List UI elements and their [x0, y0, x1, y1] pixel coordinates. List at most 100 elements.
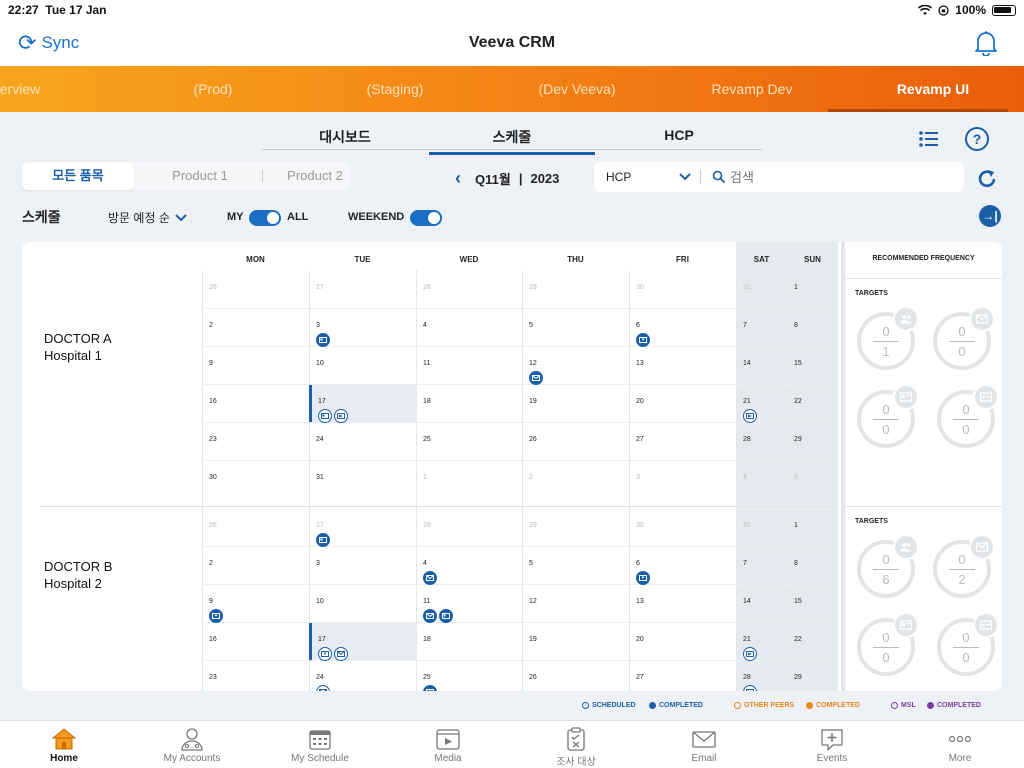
tab-hcp[interactable]: HCP — [596, 127, 762, 143]
day-number[interactable]: 17 — [318, 398, 326, 405]
day-number[interactable]: 22 — [794, 636, 802, 643]
day-number[interactable]: 31 — [743, 284, 751, 291]
day-number[interactable]: 17 — [318, 636, 326, 643]
day-number[interactable]: 26 — [529, 436, 537, 443]
day-number[interactable]: 26 — [209, 284, 217, 291]
day-number[interactable]: 12 — [529, 360, 537, 367]
day-number[interactable]: 16 — [209, 636, 217, 643]
day-number[interactable]: 6 — [636, 560, 640, 567]
day-number[interactable]: 10 — [316, 360, 324, 367]
product-all[interactable]: 모든 품목 — [22, 162, 134, 190]
day-number[interactable]: 19 — [529, 398, 537, 405]
day-number[interactable]: 11 — [423, 598, 430, 605]
day-number[interactable]: 9 — [209, 360, 213, 367]
search-type-dropdown[interactable]: HCP — [606, 170, 631, 184]
day-number[interactable]: 28 — [743, 436, 751, 443]
visit-person-icon[interactable] — [209, 609, 223, 623]
collapse-panel-icon[interactable]: →| — [979, 205, 1001, 227]
nav-home[interactable]: Home — [0, 727, 128, 764]
day-number[interactable]: 28 — [423, 522, 431, 529]
visit-person-icon[interactable] — [423, 685, 437, 691]
day-number[interactable]: 16 — [209, 398, 217, 405]
day-number[interactable]: 3 — [636, 474, 640, 481]
day-number[interactable]: 5 — [794, 474, 798, 481]
day-number[interactable]: 20 — [636, 636, 644, 643]
day-number[interactable]: 25 — [423, 436, 431, 443]
day-number[interactable]: 20 — [636, 398, 644, 405]
visit-card-icon[interactable] — [318, 409, 332, 423]
day-number[interactable]: 27 — [636, 436, 644, 443]
search-input[interactable] — [730, 167, 950, 187]
env-tab-prod[interactable]: (Prod) — [118, 81, 308, 97]
day-number[interactable]: 10 — [316, 598, 324, 605]
visit-flag-icon[interactable] — [334, 409, 348, 423]
day-number[interactable]: 2 — [209, 322, 213, 329]
day-number[interactable]: 4 — [743, 474, 747, 481]
day-number[interactable]: 18 — [423, 398, 431, 405]
day-number[interactable]: 30 — [636, 522, 644, 529]
nav-email[interactable]: Email — [640, 727, 768, 764]
visit-card-icon[interactable] — [316, 333, 330, 347]
day-number[interactable]: 26 — [529, 674, 537, 681]
list-view-icon[interactable] — [918, 130, 940, 148]
env-tab-dev-veeva[interactable]: (Dev Veeva) — [482, 81, 672, 97]
day-number[interactable]: 7 — [743, 560, 747, 567]
day-number[interactable]: 23 — [209, 436, 217, 443]
day-number[interactable]: 1 — [423, 474, 427, 481]
visit-card-icon[interactable] — [316, 533, 330, 547]
visit-flag-icon[interactable] — [743, 409, 757, 423]
visit-flag-icon[interactable] — [743, 647, 757, 661]
refresh-icon[interactable] — [976, 168, 998, 195]
visit-mail-icon[interactable] — [316, 685, 330, 691]
period-month[interactable]: Q11월 — [475, 169, 511, 188]
nav-events[interactable]: Events — [768, 727, 896, 764]
visit-person-icon[interactable] — [636, 333, 650, 347]
doctor-b-info[interactable]: DOCTOR B Hospital 2 — [44, 558, 112, 592]
day-number[interactable]: 8 — [794, 322, 798, 329]
day-number[interactable]: 9 — [209, 598, 213, 605]
tab-schedule[interactable]: 스케줄 — [429, 127, 595, 155]
doctor-a-info[interactable]: DOCTOR A Hospital 1 — [44, 330, 112, 364]
day-number[interactable]: 13 — [636, 598, 644, 605]
day-number[interactable]: 8 — [794, 560, 798, 567]
day-number[interactable]: 2 — [209, 560, 213, 567]
day-number[interactable]: 3 — [316, 322, 320, 329]
visit-mail-icon[interactable] — [423, 609, 437, 623]
visit-mail-icon[interactable] — [334, 647, 348, 661]
day-number[interactable]: 28 — [423, 284, 431, 291]
day-number[interactable]: 21 — [743, 398, 751, 405]
visit-mail-icon[interactable] — [529, 371, 543, 385]
day-number[interactable]: 24 — [316, 436, 324, 443]
day-number[interactable]: 5 — [529, 322, 533, 329]
day-number[interactable]: 12 — [529, 598, 537, 605]
day-number[interactable]: 3 — [316, 560, 320, 567]
previous-period-icon[interactable]: ‹ — [455, 168, 461, 189]
day-number[interactable]: 2 — [529, 474, 533, 481]
env-tab-revamp-ui[interactable]: Revamp UI — [838, 81, 1024, 97]
env-tab-staging[interactable]: (Staging) — [300, 81, 490, 97]
day-number[interactable]: 29 — [529, 284, 537, 291]
day-number[interactable]: 30 — [209, 474, 217, 481]
nav-my-schedule[interactable]: My Schedule — [256, 727, 384, 764]
help-icon[interactable]: ? — [965, 127, 989, 151]
visit-person-icon[interactable] — [636, 571, 650, 585]
product-2[interactable]: Product 2 — [263, 162, 367, 190]
day-number[interactable]: 27 — [316, 522, 324, 529]
day-number[interactable]: 14 — [743, 598, 751, 605]
day-number[interactable]: 15 — [794, 360, 802, 367]
nav-my-accounts[interactable]: My Accounts — [128, 727, 256, 764]
nav-more[interactable]: More — [896, 727, 1024, 764]
day-number[interactable]: 29 — [794, 674, 802, 681]
day-number[interactable]: 29 — [529, 522, 537, 529]
day-number[interactable]: 5 — [529, 560, 533, 567]
day-number[interactable]: 6 — [636, 322, 640, 329]
day-number[interactable]: 30 — [636, 284, 644, 291]
day-number[interactable]: 4 — [423, 560, 427, 567]
day-number[interactable]: 4 — [423, 322, 427, 329]
nav-media[interactable]: Media — [384, 727, 512, 764]
day-number[interactable]: 19 — [529, 636, 537, 643]
day-number[interactable]: 23 — [209, 674, 217, 681]
day-number[interactable]: 1 — [794, 284, 798, 291]
day-number[interactable]: 15 — [794, 598, 802, 605]
env-tab-overview[interactable]: erview — [0, 81, 115, 97]
